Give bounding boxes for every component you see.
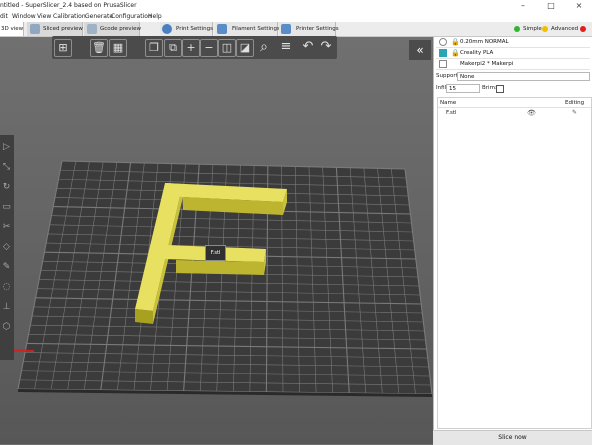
printer-icon	[281, 24, 291, 34]
3d-viewport[interactable]	[0, 37, 433, 444]
sliced-preview-icon	[30, 24, 40, 34]
place-on-face-icon[interactable]: ▭	[1, 199, 12, 215]
move-icon[interactable]: ▷	[1, 139, 12, 155]
slice-now-button[interactable]: Slice now	[433, 430, 592, 445]
print-settings-icon	[439, 38, 447, 46]
list-item[interactable]: F.stl 👁 ✎	[438, 109, 591, 118]
spool-icon	[217, 24, 227, 34]
tab-sliced-preview-label: Sliced preview	[43, 26, 83, 32]
collapse-sidebar-button[interactable]: «	[409, 40, 431, 60]
menu-bar: dit Window View Calibration Generate Con…	[0, 12, 592, 22]
remove-instance-icon[interactable]: −	[200, 39, 218, 57]
menu-configuration[interactable]: Configuration	[111, 13, 152, 20]
column-name-header: Name	[440, 100, 457, 106]
tab-3d-view-label: 3D view	[1, 26, 24, 32]
edit-icon[interactable]: ✎	[572, 109, 577, 116]
menu-edit[interactable]: dit	[0, 13, 8, 20]
eye-icon[interactable]: 👁	[527, 109, 536, 117]
print-preset-combo[interactable]: 🔒 0.20mm NORMAL	[436, 37, 590, 48]
supports-select[interactable]: None	[457, 72, 590, 81]
3d-toolbar: ⊞ 🗑 ▦ ❐ ⧉ + − ◫ ◪ ⌕ ≡ ↶ ↷	[52, 36, 337, 59]
object-name: F.stl	[446, 110, 457, 116]
menu-calibration[interactable]: Calibration	[53, 13, 86, 20]
list-header-divider	[438, 107, 591, 108]
mode-advanced[interactable]: Advanced	[542, 24, 578, 34]
filament-color-swatch-icon	[439, 49, 447, 57]
filament-preset-value: Creality PLA	[460, 50, 494, 56]
split-objects-icon[interactable]: ◫	[218, 39, 236, 57]
tab-printer-settings-label: Printer Settings	[296, 26, 339, 32]
tab-printer-settings[interactable]: Printer Settings	[279, 22, 339, 36]
close-button[interactable]: ×	[566, 0, 592, 12]
cut-icon[interactable]: ✂	[1, 219, 12, 235]
seam-painting-icon[interactable]: ◌	[1, 279, 12, 295]
tab-gcode-preview[interactable]: Gcode preview	[84, 22, 141, 36]
fdm-supports-icon[interactable]: ⊥	[1, 299, 12, 315]
column-editing-header: Editing	[565, 100, 585, 106]
rotate-icon[interactable]: ↻	[1, 179, 12, 195]
brim-checkbox[interactable]	[496, 85, 504, 93]
redo-icon[interactable]: ↷	[318, 39, 334, 55]
mode-simple[interactable]: Simple	[514, 24, 542, 34]
object-list: Name Editing F.stl 👁 ✎	[437, 97, 592, 429]
paste-icon[interactable]: ⧉	[164, 39, 182, 57]
filament-preset-combo[interactable]: 🔒 Creality PLA	[436, 48, 590, 59]
tab-filament-settings[interactable]: Filament Settings	[215, 22, 280, 36]
mode-simple-label: Simple	[523, 26, 542, 32]
gizmo-toolbar: ▷ ⤡ ↻ ▭ ✂ ◇ ✎ ◌ ⊥ ⬡	[0, 135, 14, 360]
window-title: ntitled - SuperSlicer_2.4 based on Prusa…	[0, 2, 137, 9]
minimize-button[interactable]: –	[510, 0, 536, 12]
mode-expert[interactable]	[580, 24, 589, 34]
mode-advanced-label: Advanced	[551, 26, 579, 32]
search-icon[interactable]: ⌕	[256, 39, 272, 55]
menu-view[interactable]: View	[37, 13, 51, 20]
brim-label: Brim:	[482, 85, 497, 91]
tab-3d-view[interactable]: 3D view	[0, 22, 24, 36]
split-parts-icon[interactable]: ◪	[236, 39, 254, 57]
tab-sliced-preview[interactable]: Sliced preview	[27, 22, 83, 36]
printer-icon	[439, 60, 447, 68]
simple-mode-dot-icon	[514, 25, 520, 32]
advanced-mode-dot-icon	[542, 25, 548, 32]
title-bar: ntitled - SuperSlicer_2.4 based on Prusa…	[0, 0, 592, 12]
tab-bar: 3D view Sliced preview Gcode preview Pri…	[0, 22, 592, 37]
lock-icon: 🔒	[451, 38, 460, 46]
add-instance-icon[interactable]: +	[182, 39, 200, 57]
maximize-button[interactable]: □	[538, 0, 564, 12]
tab-filament-settings-label: Filament Settings	[232, 26, 280, 32]
menu-window[interactable]: Window	[12, 13, 36, 20]
tab-print-settings[interactable]: Print Settings	[160, 22, 213, 36]
printer-preset-value: Makerpi2 * Makerpi	[460, 61, 514, 67]
object-tooltip: F.stl	[205, 245, 226, 261]
print-preset-value: 0.20mm NORMAL	[460, 39, 509, 45]
sidebar: 🔒 0.20mm NORMAL 🔒 Creality PLA Makerpi2 …	[433, 37, 592, 444]
infill-select[interactable]: 15	[446, 84, 480, 93]
tab-print-settings-label: Print Settings	[176, 26, 213, 32]
menu-help[interactable]: Help	[148, 13, 162, 20]
printer-preset-combo[interactable]: Makerpi2 * Makerpi	[436, 59, 590, 70]
menu-generate[interactable]: Generate	[85, 13, 113, 20]
scale-icon[interactable]: ⤡	[1, 159, 12, 175]
build-plate-scene	[0, 37, 433, 444]
copy-icon[interactable]: ❐	[145, 39, 163, 57]
undo-icon[interactable]: ↶	[300, 39, 316, 55]
arrange-icon[interactable]: ▦	[109, 39, 127, 57]
layers-icon[interactable]: ≡	[278, 39, 294, 55]
expert-mode-dot-icon	[580, 25, 586, 32]
hollow-icon[interactable]: ◇	[1, 239, 12, 255]
gcode-preview-icon	[87, 24, 97, 34]
lock-icon: 🔒	[451, 49, 460, 57]
trash-icon[interactable]: 🗑	[90, 39, 108, 57]
add-cube-icon[interactable]: ⊞	[54, 39, 72, 57]
gear-icon	[162, 24, 172, 34]
cube-view-icon[interactable]: ⬡	[1, 319, 12, 335]
tab-gcode-preview-label: Gcode preview	[100, 26, 141, 32]
paint-supports-icon[interactable]: ✎	[1, 259, 12, 275]
